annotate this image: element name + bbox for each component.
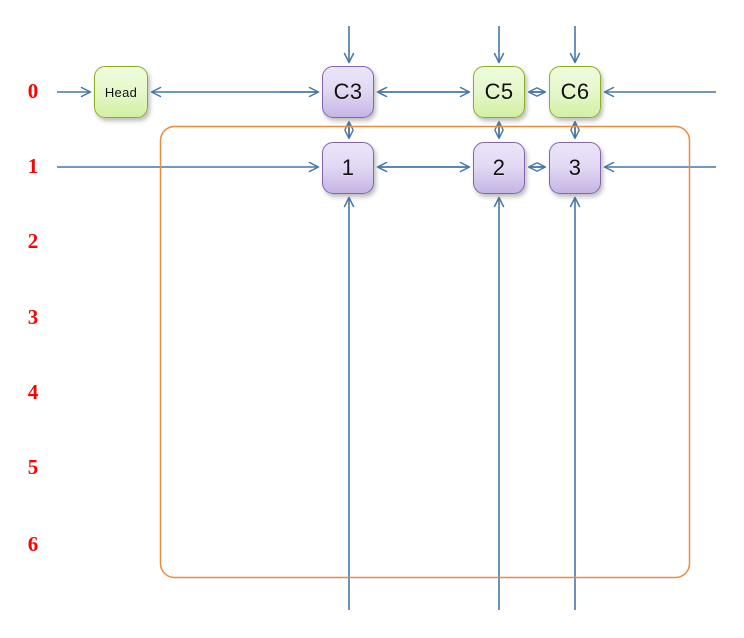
node-3-label: 3 bbox=[568, 155, 582, 180]
node-1[interactable]: 1 bbox=[322, 142, 374, 194]
node-c5[interactable]: C5 bbox=[473, 66, 525, 118]
node-c6-label: C6 bbox=[560, 79, 590, 104]
node-c5-label: C5 bbox=[484, 79, 514, 104]
group-boundary-box bbox=[159, 125, 691, 579]
row-label-0: 0 bbox=[27, 79, 39, 103]
row-label-5: 5 bbox=[27, 455, 39, 479]
node-c3-label: C3 bbox=[333, 79, 363, 104]
node-3[interactable]: 3 bbox=[549, 142, 601, 194]
node-head-label: Head bbox=[104, 84, 138, 100]
row-label-1: 1 bbox=[27, 154, 39, 178]
row-label-4: 4 bbox=[27, 380, 39, 404]
node-head[interactable]: Head bbox=[94, 66, 148, 118]
node-1-label: 1 bbox=[341, 155, 355, 180]
node-2-label: 2 bbox=[492, 155, 506, 180]
node-c3[interactable]: C3 bbox=[322, 66, 374, 118]
diagram-canvas: 0 1 2 3 4 5 6 Head C3 C5 C6 1 2 3 bbox=[0, 0, 744, 638]
node-c6[interactable]: C6 bbox=[549, 66, 601, 118]
node-2[interactable]: 2 bbox=[473, 142, 525, 194]
row-label-6: 6 bbox=[27, 532, 39, 556]
row-label-3: 3 bbox=[27, 305, 39, 329]
row-label-2: 2 bbox=[27, 229, 39, 253]
